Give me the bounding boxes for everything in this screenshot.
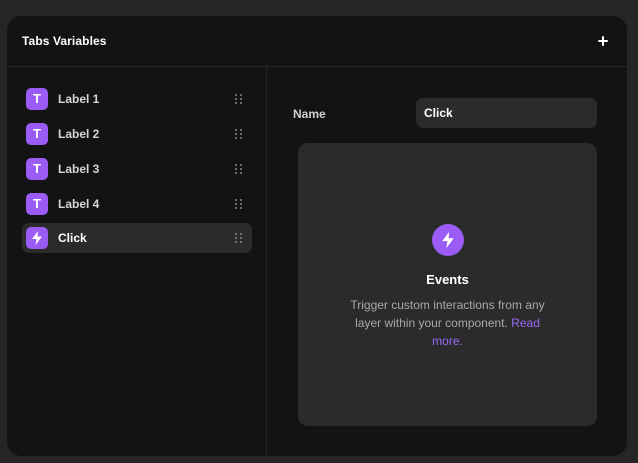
events-card: Events Trigger custom interactions from … bbox=[298, 143, 597, 426]
variables-list: T Label 1 T Label 2 T Label 3 T Label 4 … bbox=[7, 67, 267, 456]
variable-item-label: Label 1 bbox=[58, 92, 100, 106]
variable-item-click[interactable]: Click bbox=[22, 223, 252, 253]
variable-item-label-1[interactable]: T Label 1 bbox=[22, 84, 252, 114]
text-icon: T bbox=[26, 158, 48, 180]
name-input[interactable] bbox=[416, 98, 597, 128]
variable-item-label-3[interactable]: T Label 3 bbox=[22, 154, 252, 184]
text-icon: T bbox=[26, 123, 48, 145]
drag-handle-icon[interactable] bbox=[235, 199, 243, 210]
variable-item-label: Click bbox=[58, 231, 87, 245]
name-label: Name bbox=[293, 107, 326, 121]
lightning-icon bbox=[26, 227, 48, 249]
drag-handle-icon[interactable] bbox=[235, 129, 243, 140]
events-description: Trigger custom interactions from any lay… bbox=[348, 296, 547, 350]
text-icon: T bbox=[26, 193, 48, 215]
tabs-variables-panel: Tabs Variables T Label 1 T Label 2 T Lab… bbox=[7, 16, 627, 456]
variable-item-label-4[interactable]: T Label 4 bbox=[22, 189, 252, 219]
events-title: Events bbox=[426, 272, 469, 287]
variable-item-label-2[interactable]: T Label 2 bbox=[22, 119, 252, 149]
drag-handle-icon[interactable] bbox=[235, 233, 243, 244]
variable-item-label: Label 3 bbox=[58, 162, 100, 176]
variable-detail: Name Events Trigger custom interactions … bbox=[267, 67, 627, 456]
panel-title: Tabs Variables bbox=[22, 34, 107, 48]
variable-item-label: Label 4 bbox=[58, 197, 100, 211]
text-icon: T bbox=[26, 88, 48, 110]
lightning-icon bbox=[432, 224, 464, 256]
drag-handle-icon[interactable] bbox=[235, 164, 243, 175]
drag-handle-icon[interactable] bbox=[235, 94, 243, 105]
panel-header: Tabs Variables bbox=[7, 16, 627, 67]
variable-item-label: Label 2 bbox=[58, 127, 100, 141]
add-variable-button[interactable] bbox=[593, 31, 613, 51]
